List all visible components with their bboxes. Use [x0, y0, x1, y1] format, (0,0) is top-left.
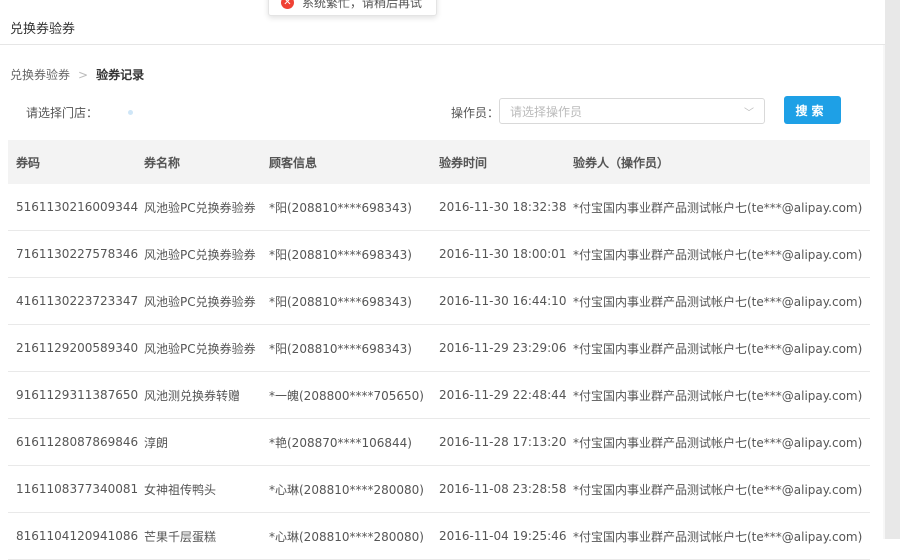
operator-cell: *付宝国内事业群产品测试帐户七(te***@alipay.com): [573, 482, 863, 497]
customer-info-cell: *阳(208810****698343): [269, 341, 412, 356]
operator-cell: *付宝国内事业群产品测试帐户七(te***@alipay.com): [573, 294, 863, 309]
vertical-scrollbar[interactable]: [885, 0, 900, 539]
table-row: 5161130216009344 风池验PC兑换券验券 *阳(208810****6…: [8, 184, 870, 231]
customer-info-cell: *心琳(208810****280080): [269, 482, 424, 497]
coupon-code-cell: 5161130216009344: [16, 200, 139, 214]
customer-info-cell: *心琳(208810****280080): [269, 529, 424, 544]
chevron-down-icon: ﹀: [744, 107, 754, 119]
table-row: 6161128087869846 淳朗 *艳(208870****106844) 20…: [8, 419, 870, 466]
customer-info-cell: *阳(208810****698343): [269, 247, 412, 262]
coupon-code-cell: 8161104120941086: [16, 529, 139, 543]
operator-filter-label: 操作员：: [451, 106, 500, 120]
table-row: 1161108377340081 女神祖传鸭头 *心琳(208810****2800…: [8, 466, 870, 513]
table-row: 4161130223723347 风池验PC兑换券验券 *阳(208810****6…: [8, 278, 870, 325]
table-row: 9161129311387650 风池测兑换券转赠 *一魄(208800****70…: [8, 372, 870, 419]
customer-info-cell: *艳(208870****106844): [269, 435, 412, 450]
operator-cell: *付宝国内事业群产品测试帐户七(te***@alipay.com): [573, 388, 863, 403]
verify-time-cell: 2016-11-30 16:44:10: [439, 294, 567, 308]
breadcrumb: 兑换券验券 > 验券记录: [10, 66, 144, 83]
operator-cell: *付宝国内事业群产品测试帐户七(te***@alipay.com): [573, 341, 863, 356]
coupon-code-cell: 1161108377340081: [16, 482, 139, 496]
header-bar: 兑换券验券: [0, 0, 885, 45]
search-button[interactable]: 搜索: [784, 96, 841, 124]
verify-time-cell: 2016-11-04 19:25:46: [439, 529, 567, 543]
breadcrumb-current: 验券记录: [96, 68, 145, 82]
coupon-name-cell: 芒果千层蛋糕: [144, 529, 217, 544]
operator-select-placeholder: 请选择操作员: [510, 104, 583, 119]
customer-info-cell: *阳(208810****698343): [269, 294, 412, 309]
coupon-code-cell: 9161129311387650: [16, 388, 139, 402]
coupon-name-cell: 女神祖传鸭头: [144, 482, 217, 497]
table-body: 5161130216009344 风池验PC兑换券验券 *阳(208810****6…: [8, 184, 870, 560]
operator-cell: *付宝国内事业群产品测试帐户七(te***@alipay.com): [573, 247, 863, 262]
coupon-name-cell: 风池验PC兑换券验券: [144, 294, 256, 309]
verify-time-cell: 2016-11-29 23:29:06: [439, 341, 567, 355]
coupon-name-cell: 风池验PC兑换券验券: [144, 247, 256, 262]
verify-time-cell: 2016-11-29 22:48:44: [439, 388, 567, 402]
operator-cell: *付宝国内事业群产品测试帐户七(te***@alipay.com): [573, 529, 863, 544]
breadcrumb-parent[interactable]: 兑换券验券: [10, 68, 70, 82]
coupon-name-cell: 淳朗: [144, 435, 169, 450]
customer-info-cell: *一魄(208800****705650): [269, 388, 424, 403]
verify-time-cell: 2016-11-28 17:13:20: [439, 435, 567, 449]
verify-time-cell: 2016-11-30 18:00:01: [439, 247, 567, 261]
column-header-coupon-name: 券名称: [144, 155, 181, 170]
table-row: 7161130227578346 风池验PC兑换券验券 *阳(208810****6…: [8, 231, 870, 278]
customer-info-cell: *阳(208810****698343): [269, 200, 412, 215]
coupon-code-cell: 4161130223723347: [16, 294, 139, 308]
store-select[interactable]: [128, 110, 133, 115]
error-icon: ✕: [281, 0, 294, 9]
column-header-customer-info: 顾客信息: [269, 155, 318, 170]
coupon-code-cell: 7161130227578346: [16, 247, 139, 261]
table-header: 券码 券名称 顾客信息 验券时间 验券人（操作员）: [8, 140, 870, 184]
column-header-coupon-code: 券码: [16, 155, 41, 170]
verification-records-table: 券码 券名称 顾客信息 验券时间 验券人（操作员） 51611302160093…: [8, 140, 870, 560]
operator-cell: *付宝国内事业群产品测试帐户七(te***@alipay.com): [573, 435, 863, 450]
table-row: 2161129200589340 风池验PC兑换券验券 *阳(208810****6…: [8, 325, 870, 372]
coupon-code-cell: 6161128087869846: [16, 435, 139, 449]
store-filter-label: 请选择门店：: [26, 106, 99, 120]
operator-cell: *付宝国内事业群产品测试帐户七(te***@alipay.com): [573, 200, 863, 215]
table-row: 8161104120941086 芒果千层蛋糕 *心琳(208810****2800…: [8, 513, 870, 560]
error-toast: ✕ 系统繁忙，请稍后再试: [268, 0, 438, 16]
verify-time-cell: 2016-11-30 18:32:38: [439, 200, 567, 214]
page-title: 兑换券验券: [10, 22, 76, 37]
verify-time-cell: 2016-11-08 23:28:58: [439, 482, 567, 496]
coupon-name-cell: 风池验PC兑换券验券: [144, 200, 256, 215]
toast-message: 系统繁忙，请稍后再试: [302, 0, 423, 10]
coupon-name-cell: 风池测兑换券转赠: [144, 388, 241, 403]
column-header-verify-time: 验券时间: [439, 155, 488, 170]
column-header-operator: 验券人（操作员）: [573, 155, 670, 170]
coupon-name-cell: 风池验PC兑换券验券: [144, 341, 256, 356]
breadcrumb-separator: >: [78, 68, 89, 82]
coupon-code-cell: 2161129200589340: [16, 341, 139, 355]
operator-select[interactable]: 请选择操作员 ﹀: [499, 98, 765, 124]
